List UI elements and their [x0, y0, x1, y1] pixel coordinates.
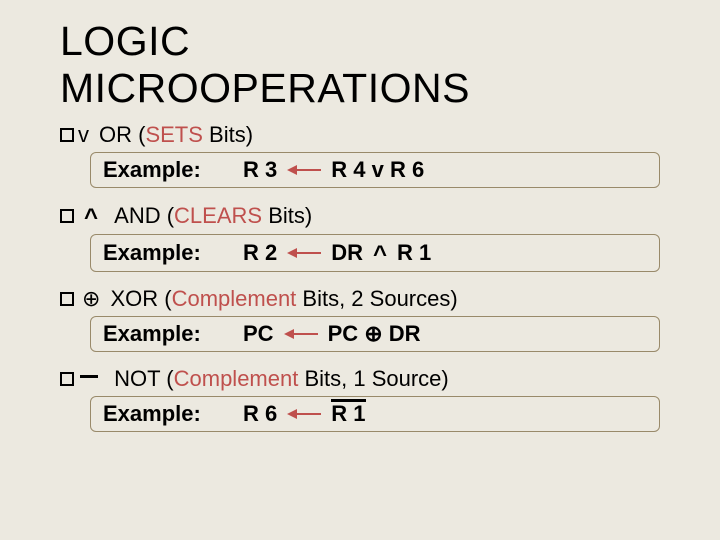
and-symbol: ^ [84, 204, 98, 232]
left-arrow-icon [287, 407, 321, 421]
or-pre: ( [132, 122, 145, 147]
or-example-box: Example: R 3 R 4 v R 6 [90, 152, 660, 188]
xor-dest: PC [243, 321, 274, 347]
op-xor-row: ⊕ XOR (Complement Bits, 2 Sources) [60, 286, 692, 312]
xor-rhs: PC ⊕ DR [328, 321, 421, 347]
xor-post: Bits, 2 Sources) [296, 286, 457, 311]
or-post: Bits) [203, 122, 253, 147]
xor-pre: ( [158, 286, 171, 311]
not-symbol [80, 366, 98, 392]
and-dest: R 2 [243, 240, 277, 266]
and-rhs-r: R 1 [397, 240, 431, 266]
or-dest: R 3 [243, 157, 277, 183]
left-arrow-icon [284, 327, 318, 341]
example-label: Example: [103, 321, 243, 347]
xor-name: XOR [110, 286, 158, 311]
overbar-icon [331, 399, 365, 402]
op-or-row: v OR (SETS Bits) [60, 122, 692, 148]
and-name: AND [114, 203, 160, 228]
xor-example-box: Example: PC PC ⊕ DR [90, 316, 660, 352]
title-line-2: MICROOPERATIONS [60, 65, 470, 111]
op-not-row: NOT (Complement Bits, 1 Source) [60, 366, 692, 392]
xor-keyword: Complement [172, 286, 297, 311]
not-pre: ( [160, 366, 173, 391]
and-label: AND (CLEARS Bits) [108, 203, 312, 229]
or-keyword: SETS [145, 122, 202, 147]
or-expr: R 3 R 4 v R 6 [243, 157, 424, 183]
not-post: Bits, 1 Source) [298, 366, 448, 391]
or-name: OR [99, 122, 132, 147]
or-symbol: v [78, 122, 89, 148]
not-label: NOT (Complement Bits, 1 Source) [108, 366, 449, 392]
not-example-box: Example: R 6 R 1 [90, 396, 660, 432]
bullet-icon [60, 128, 74, 142]
not-rhs-wrap: R 1 [331, 401, 365, 427]
left-arrow-icon [287, 163, 321, 177]
xor-symbol: ⊕ [82, 286, 100, 312]
and-example-box: Example: R 2 DR ^ R 1 [90, 234, 660, 272]
and-rhs-l: DR [331, 240, 363, 266]
not-keyword: Complement [174, 366, 299, 391]
op-and-row: ^ AND (CLEARS Bits) [60, 202, 692, 230]
or-label: OR (SETS Bits) [99, 122, 253, 148]
and-keyword: CLEARS [174, 203, 262, 228]
left-arrow-icon [287, 246, 321, 260]
and-expr: R 2 DR ^ R 1 [243, 239, 431, 267]
not-expr: R 6 R 1 [243, 401, 366, 427]
example-label: Example: [103, 401, 243, 427]
and-pre: ( [161, 203, 174, 228]
bullet-icon [60, 209, 74, 223]
example-label: Example: [103, 240, 243, 266]
not-dest: R 6 [243, 401, 277, 427]
title-line-1: LOGIC [60, 18, 190, 64]
not-name: NOT [114, 366, 160, 391]
bullet-icon [60, 372, 74, 386]
xor-label: XOR (Complement Bits, 2 Sources) [110, 286, 457, 312]
or-rhs: R 4 v R 6 [331, 157, 424, 183]
and-rhs-op: ^ [373, 241, 387, 269]
example-label: Example: [103, 157, 243, 183]
bullet-icon [60, 292, 74, 306]
not-rhs: R 1 [331, 401, 365, 426]
and-post: Bits) [262, 203, 312, 228]
slide-title: LOGIC MICROOPERATIONS [60, 18, 692, 112]
xor-expr: PC PC ⊕ DR [243, 321, 421, 347]
